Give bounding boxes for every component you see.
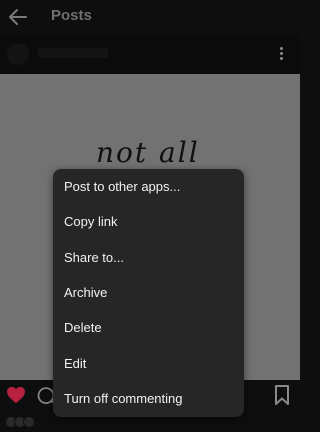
page-title: Posts bbox=[51, 7, 92, 24]
menu-item-delete[interactable]: Delete bbox=[53, 310, 244, 345]
avatar[interactable] bbox=[7, 43, 29, 65]
post-more-button[interactable] bbox=[274, 44, 288, 64]
top-app-bar: Posts bbox=[0, 0, 300, 34]
menu-item-archive[interactable]: Archive bbox=[53, 275, 244, 310]
menu-item-post-to-other-apps[interactable]: Post to other apps... bbox=[53, 169, 244, 204]
bookmark-button[interactable] bbox=[274, 385, 290, 405]
bookmark-icon bbox=[275, 385, 289, 405]
username-placeholder[interactable] bbox=[38, 48, 108, 58]
like-button[interactable] bbox=[6, 386, 26, 404]
post-options-menu: Post to other apps... Copy link Share to… bbox=[53, 169, 244, 417]
menu-item-copy-link[interactable]: Copy link bbox=[53, 204, 244, 239]
arrow-left-icon bbox=[9, 9, 27, 25]
back-button[interactable] bbox=[6, 5, 30, 29]
menu-item-share-to[interactable]: Share to... bbox=[53, 240, 244, 275]
post-image-text: not all bbox=[96, 136, 200, 169]
more-vertical-icon bbox=[280, 47, 283, 50]
heart-icon bbox=[7, 386, 25, 404]
liked-by-avatars[interactable] bbox=[5, 416, 45, 428]
menu-item-turn-off-commenting[interactable]: Turn off commenting bbox=[53, 381, 244, 416]
menu-item-edit[interactable]: Edit bbox=[53, 346, 244, 381]
post-header bbox=[0, 34, 300, 74]
